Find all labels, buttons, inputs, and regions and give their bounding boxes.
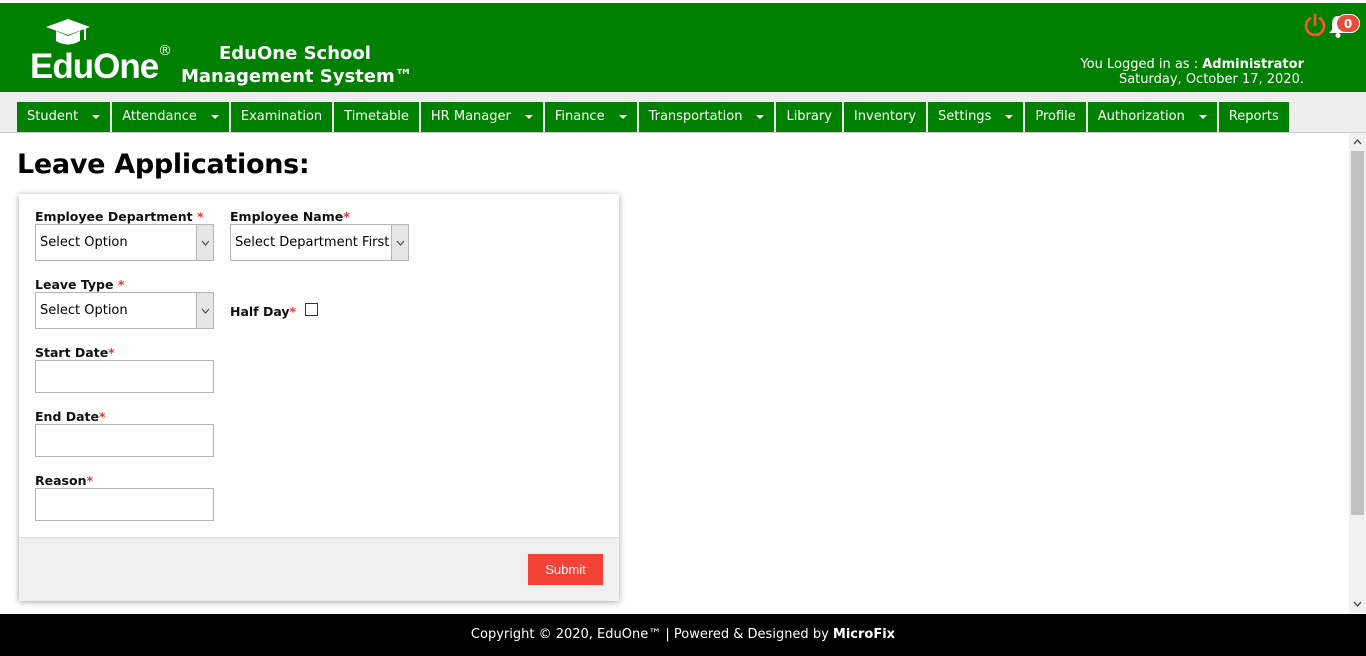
- leave-application-form: Employee Department * Select Option Empl…: [19, 194, 619, 601]
- nav-item-label: Timetable: [344, 109, 409, 124]
- nav-item-label: Reports: [1228, 109, 1279, 124]
- chevron-down-icon: [196, 293, 213, 328]
- leave-type-select[interactable]: Select Option: [35, 292, 214, 329]
- footer-brand-link[interactable]: MicroFix: [833, 627, 895, 642]
- reason-input[interactable]: [35, 488, 214, 521]
- caret-down-icon: [618, 115, 627, 119]
- logged-in-prefix: You Logged in as :: [1080, 57, 1203, 72]
- half-day-checkbox[interactable]: [305, 303, 318, 316]
- employee-department-label: Employee Department *: [35, 209, 204, 224]
- nav-item-label: Transportation: [648, 109, 743, 124]
- app-title-line2: Management System™: [181, 66, 413, 87]
- scroll-down-arrow-icon[interactable]: [1349, 595, 1366, 612]
- employee-name-select[interactable]: Select Department First: [230, 224, 409, 261]
- current-date: Saturday, October 17, 2020.: [1118, 72, 1304, 87]
- nav-item-attendance[interactable]: Attendance: [112, 102, 229, 132]
- caret-down-icon: [210, 115, 219, 119]
- nav-item-label: Library: [786, 109, 832, 124]
- employee-name-value: Select Department First: [235, 235, 390, 250]
- notification-count-badge[interactable]: 0: [1336, 14, 1360, 33]
- page-scrollbar[interactable]: [1349, 133, 1366, 613]
- caret-down-icon: [1198, 115, 1207, 119]
- logo-wordmark: EduOne: [30, 47, 159, 86]
- reason-label: Reason*: [35, 473, 94, 488]
- nav-item-hr-manager[interactable]: HR Manager: [420, 102, 543, 132]
- page-title: Leave Applications:: [17, 149, 310, 180]
- nav-item-inventory[interactable]: Inventory: [843, 102, 927, 132]
- app-title: EduOne School Management System™: [181, 42, 421, 88]
- nav-item-label: Examination: [240, 109, 323, 124]
- start-date-input[interactable]: [35, 360, 214, 393]
- end-date-input[interactable]: [35, 424, 214, 457]
- nav-item-label: HR Manager: [430, 109, 511, 124]
- eduone-logo[interactable]: EduOne ®: [30, 17, 180, 87]
- main-nav-bar: Student Attendance Examination Timetable HR …: [0, 92, 1366, 133]
- nav-item-label: Settings: [938, 109, 992, 124]
- chevron-down-icon: [196, 225, 213, 260]
- employee-department-value: Select Option: [40, 235, 128, 250]
- user-info: You Logged in as : Administrator Saturda…: [1080, 57, 1304, 87]
- nav-item-reports[interactable]: Reports: [1218, 102, 1289, 132]
- employee-name-label: Employee Name*: [230, 209, 350, 224]
- nav-item-examination[interactable]: Examination: [230, 102, 333, 132]
- nav-item-label: Student: [27, 109, 79, 124]
- caret-down-icon: [756, 115, 765, 119]
- caret-down-icon: [92, 115, 101, 119]
- nav-item-label: Authorization: [1097, 109, 1185, 124]
- nav-item-library[interactable]: Library: [776, 102, 842, 132]
- scroll-up-arrow-icon[interactable]: [1349, 133, 1366, 150]
- half-day-label: Half Day*: [230, 304, 297, 319]
- footer-copyright-text: Copyright © 2020, EduOne™ | Powered & De…: [470, 627, 833, 642]
- nav-item-profile[interactable]: Profile: [1025, 102, 1086, 132]
- start-date-label: Start Date*: [35, 345, 115, 360]
- caret-down-icon: [524, 115, 533, 119]
- employee-department-select[interactable]: Select Option: [35, 224, 214, 261]
- nav-item-label: Finance: [554, 109, 605, 124]
- nav-item-authorization[interactable]: Authorization: [1087, 102, 1217, 132]
- nav-item-timetable[interactable]: Timetable: [334, 102, 419, 132]
- nav-item-transportation[interactable]: Transportation: [638, 102, 775, 132]
- app-header: EduOne ® EduOne School Management System…: [0, 0, 1366, 92]
- user-name: Administrator: [1202, 57, 1304, 72]
- nav-menu: Student Attendance Examination Timetable HR …: [17, 102, 1291, 132]
- graduation-cap-icon: [46, 19, 90, 45]
- power-icon[interactable]: [1303, 13, 1327, 37]
- submit-button[interactable]: Submit: [528, 554, 603, 585]
- nav-item-label: Inventory: [853, 109, 917, 124]
- app-title-line1: EduOne School: [219, 43, 371, 64]
- nav-item-finance[interactable]: Finance: [544, 102, 637, 132]
- registered-mark: ®: [158, 43, 172, 59]
- form-footer: Submit: [19, 537, 619, 601]
- page-footer: Copyright © 2020, EduOne™ | Powered & De…: [0, 614, 1366, 656]
- nav-item-student[interactable]: Student: [17, 102, 111, 132]
- leave-type-label: Leave Type *: [35, 277, 125, 292]
- nav-item-label: Profile: [1035, 109, 1076, 124]
- end-date-label: End Date*: [35, 409, 106, 424]
- chevron-down-icon: [391, 225, 408, 260]
- nav-item-settings[interactable]: Settings: [928, 102, 1024, 132]
- nav-item-label: Attendance: [122, 109, 197, 124]
- caret-down-icon: [1005, 115, 1014, 119]
- leave-type-value: Select Option: [40, 303, 128, 318]
- scrollbar-thumb[interactable]: [1351, 151, 1364, 515]
